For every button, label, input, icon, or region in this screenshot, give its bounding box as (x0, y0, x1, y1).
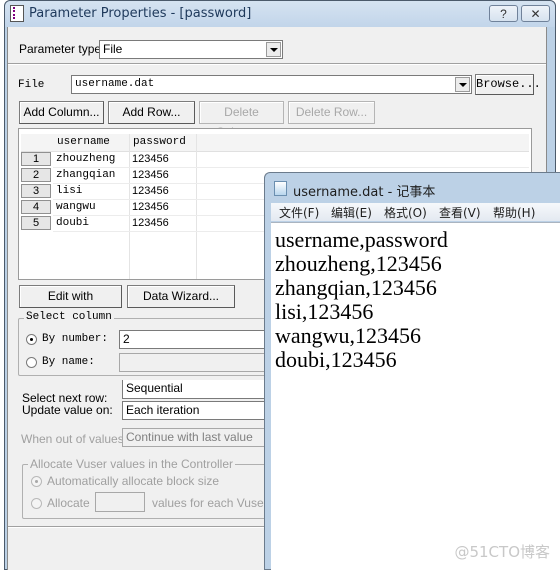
cell-username[interactable]: wangwu (56, 199, 96, 215)
add-row-button[interactable]: Add Row... (108, 101, 195, 124)
cell-username[interactable]: zhangqian (56, 167, 115, 183)
cell-username[interactable]: doubi (56, 215, 89, 231)
file-value: username.dat (75, 78, 155, 90)
update-value-select[interactable]: Each iteration (122, 401, 265, 420)
help-button[interactable]: ? (489, 5, 518, 22)
notepad-window: username.dat - 记事本 文件(F) 编辑(E) 格式(O) 查看(… (264, 172, 560, 571)
close-button[interactable]: ✕ (521, 5, 550, 22)
grid-line (53, 167, 529, 168)
auto-allocate-radio[interactable] (31, 476, 42, 487)
notepad-text-area[interactable]: username,password zhouzheng,123456 zhang… (271, 222, 560, 571)
browse-button[interactable]: Browse... (475, 74, 541, 95)
text-line: username,password (275, 227, 448, 252)
parameter-icon (10, 5, 24, 22)
file-select[interactable]: username.dat (71, 75, 472, 94)
menu-view[interactable]: 查看(V) (439, 204, 481, 221)
cell-password[interactable]: 123456 (132, 151, 169, 167)
out-of-values-select[interactable]: Continue with last value (122, 428, 265, 447)
row-number[interactable]: 4 (21, 200, 51, 214)
row-number[interactable]: 3 (21, 184, 51, 198)
delete-row-button[interactable]: Delete Row... (288, 101, 375, 124)
text-line: wangwu,123456 (275, 323, 422, 348)
data-wizard-button[interactable]: Data Wizard... (127, 285, 235, 308)
menu-help[interactable]: 帮助(H) (493, 204, 535, 221)
menu-file[interactable]: 文件(F) (279, 204, 319, 221)
notepad-menu-bar: 文件(F) 编辑(E) 格式(O) 查看(V) 帮助(H) (271, 203, 560, 221)
by-number-radio[interactable] (26, 334, 37, 345)
auto-allocate-label[interactable]: Automatically allocate block size (47, 474, 219, 488)
allocate-label[interactable]: Allocate (47, 496, 90, 510)
menu-format[interactable]: 格式(O) (384, 204, 427, 221)
by-number-label[interactable]: By number: (42, 333, 108, 345)
by-number-input[interactable]: 2 (119, 330, 265, 349)
allocate-legend: Allocate Vuser values in the Controller (28, 457, 235, 471)
text-line: zhangqian,123456 (275, 275, 437, 300)
parameter-type-select[interactable]: File (99, 40, 283, 59)
grid-line (196, 134, 197, 279)
allocate-input[interactable] (95, 492, 145, 512)
divider (8, 63, 546, 65)
cell-username[interactable]: lisi (56, 183, 82, 199)
cell-password[interactable]: 123456 (132, 167, 169, 183)
cell-password[interactable]: 123456 (132, 215, 169, 231)
add-column-button[interactable]: Add Column... (19, 101, 104, 124)
edit-with-notepad-button[interactable]: Edit with Notepad... (19, 285, 122, 323)
update-value-label: Update value on: (22, 403, 113, 417)
allocate-group (22, 464, 270, 519)
row-number[interactable]: 2 (21, 168, 51, 182)
file-label: File (18, 79, 45, 91)
divider (8, 526, 266, 528)
text-line: zhouzheng,123456 (275, 251, 442, 276)
select-column-legend: Select column (24, 311, 114, 323)
column-header-password[interactable]: password (133, 134, 186, 150)
dialog-title: Parameter Properties - [password] (29, 6, 252, 21)
text-line: lisi,123456 (275, 299, 374, 324)
dialog-title-bar[interactable]: Parameter Properties - [password] ? ✕ (5, 1, 555, 27)
allocate-suffix: values for each Vuser (152, 496, 268, 510)
out-of-values-label: When out of values: (21, 432, 128, 446)
watermark: @51CTO博客 (454, 543, 550, 561)
row-number[interactable]: 1 (21, 152, 51, 166)
cell-password[interactable]: 123456 (132, 183, 169, 199)
notepad-title: username.dat - 记事本 (293, 185, 436, 200)
chevron-down-icon[interactable] (455, 77, 470, 92)
grid-line (129, 134, 130, 279)
cell-password[interactable]: 123456 (132, 199, 169, 215)
text-line: doubi,123456 (275, 347, 397, 372)
select-next-row-select[interactable]: Sequential (122, 380, 265, 399)
by-name-radio[interactable] (26, 357, 37, 368)
row-number[interactable]: 5 (21, 216, 51, 230)
chevron-down-icon[interactable] (266, 42, 281, 57)
parameter-type-label: Parameter type: (19, 42, 105, 56)
by-name-input[interactable] (119, 353, 265, 372)
allocate-radio[interactable] (31, 498, 42, 509)
parameter-type-value: File (103, 42, 123, 56)
menu-edit[interactable]: 编辑(E) (331, 204, 372, 221)
column-header-username[interactable]: username (57, 134, 110, 150)
cell-username[interactable]: zhouzheng (56, 151, 115, 167)
delete-column-button[interactable]: Delete Column... (199, 101, 284, 139)
by-name-label[interactable]: By name: (42, 356, 95, 368)
notepad-icon (274, 181, 287, 196)
